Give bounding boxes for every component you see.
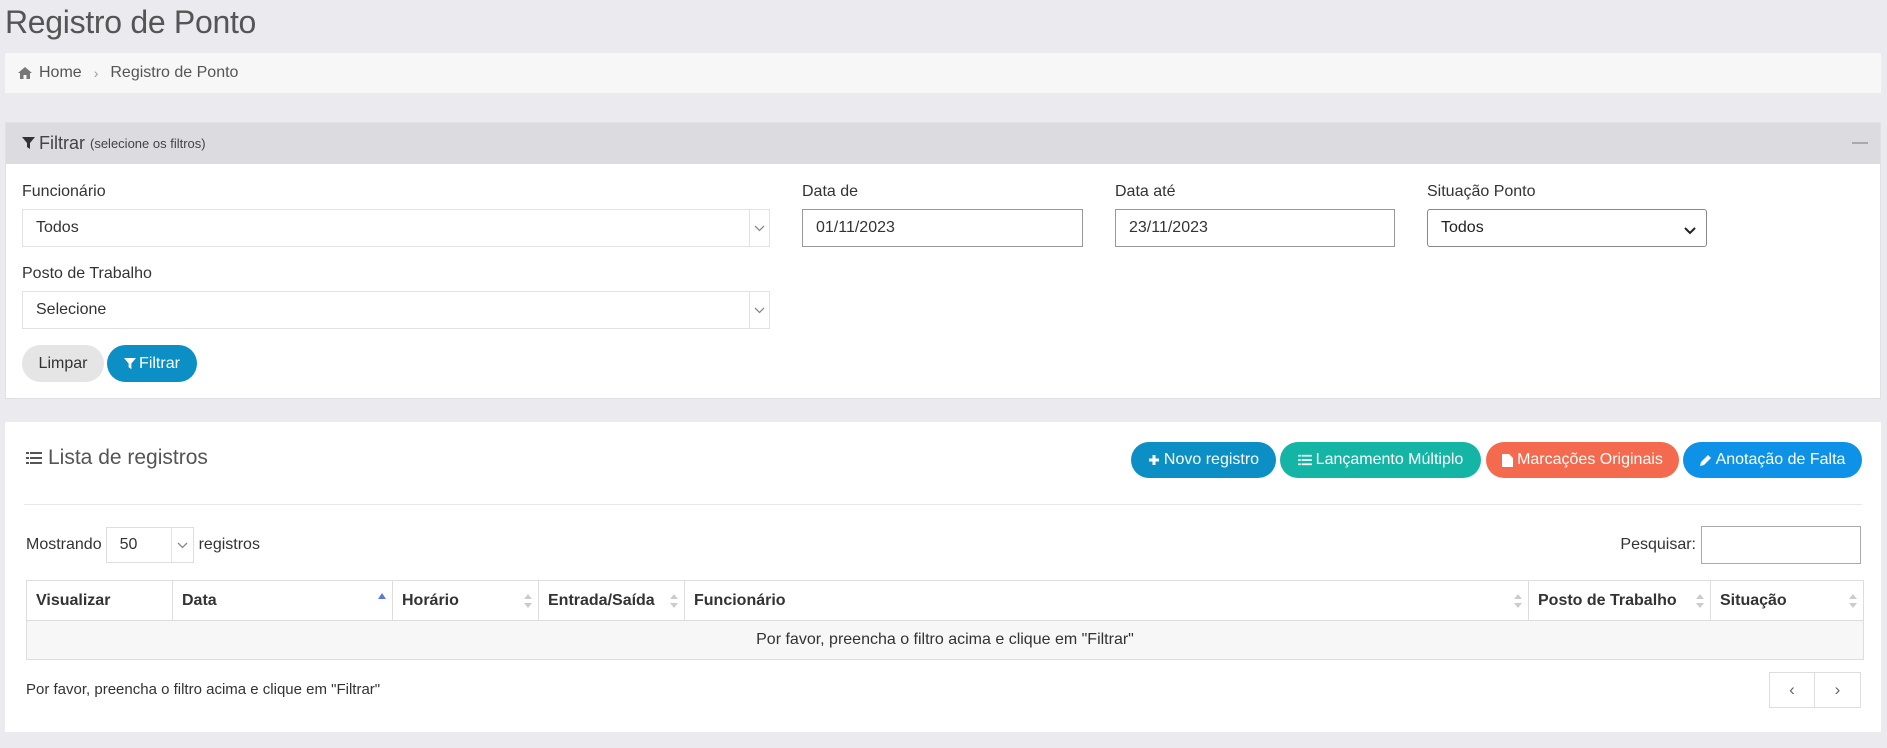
column-header-status[interactable]: Situação xyxy=(1710,580,1864,621)
empty-table-message: Por favor, preencha o filtro acima e cli… xyxy=(26,620,1864,660)
absence-note-label: Anotação de Falta xyxy=(1715,451,1846,468)
pagination: ‹ › xyxy=(1769,672,1861,708)
employee-select-value: Todos xyxy=(36,219,79,236)
filter-button-label: Filtrar xyxy=(139,354,180,372)
new-record-button[interactable]: Novo registro xyxy=(1131,442,1276,478)
date-from-input[interactable]: 01/11/2023 xyxy=(802,209,1083,247)
file-icon xyxy=(1502,453,1514,467)
records-table: Visualizar Data Horário Entrada/Saída Fu… xyxy=(26,580,1864,660)
chevron-down-icon xyxy=(170,528,193,562)
length-prefix: Mostrando xyxy=(26,536,102,553)
employee-label: Funcionário xyxy=(22,183,106,200)
page-length-control: Mostrando 50 registros xyxy=(26,527,260,563)
chevron-down-icon xyxy=(749,292,769,328)
search-control: Pesquisar: xyxy=(1620,526,1861,564)
table-header-row: Visualizar Data Horário Entrada/Saída Fu… xyxy=(26,580,1864,621)
workpost-select-value: Selecione xyxy=(36,301,107,318)
new-record-label: Novo registro xyxy=(1163,451,1260,468)
date-from-label: Data de xyxy=(802,183,859,200)
breadcrumb-separator-icon: › xyxy=(93,65,99,81)
plus-icon xyxy=(1148,455,1159,465)
list-icon xyxy=(26,452,42,464)
table-row: Por favor, preencha o filtro acima e cli… xyxy=(26,620,1864,660)
page-length-value: 50 xyxy=(119,536,138,553)
records-panel: Lista de registros Novo registro Lançame… xyxy=(5,422,1881,732)
sort-icon xyxy=(1696,594,1704,608)
next-page-button[interactable]: › xyxy=(1815,672,1861,708)
sort-icon xyxy=(524,594,532,608)
sort-icon xyxy=(1514,594,1522,608)
filter-heading: Filtrar xyxy=(39,133,85,153)
chevron-down-icon xyxy=(749,210,769,246)
list-icon xyxy=(1297,454,1312,466)
table-info: Por favor, preencha o filtro acima e cli… xyxy=(26,681,381,698)
column-header-time[interactable]: Horário xyxy=(392,580,539,621)
column-header-entry-exit[interactable]: Entrada/Saída xyxy=(538,580,685,621)
breadcrumb: Home › Registro de Ponto xyxy=(5,53,1881,93)
divider xyxy=(24,504,1862,505)
records-title-text: Lista de registros xyxy=(48,446,208,469)
breadcrumb-home-link[interactable]: Home xyxy=(39,64,82,82)
home-icon xyxy=(18,67,32,79)
date-to-input[interactable]: 23/11/2023 xyxy=(1115,209,1395,247)
page-title: Registro de Ponto xyxy=(5,4,257,40)
breadcrumb-current: Registro de Ponto xyxy=(110,64,239,81)
original-marks-label: Marcações Originais xyxy=(1517,451,1663,468)
clear-button[interactable]: Limpar xyxy=(22,345,104,382)
filter-icon xyxy=(124,357,137,369)
multiple-entry-label: Lançamento Múltiplo xyxy=(1315,451,1464,468)
pencil-icon xyxy=(1699,455,1711,466)
column-header-employee[interactable]: Funcionário xyxy=(684,580,1529,621)
sort-icon xyxy=(1849,594,1857,608)
chevron-down-icon xyxy=(1684,222,1696,240)
date-from-value: 01/11/2023 xyxy=(816,219,895,236)
filter-panel: Filtrar (selecione os filtros) Funcionár… xyxy=(5,122,1881,399)
previous-page-button[interactable]: ‹ xyxy=(1769,672,1815,708)
date-to-label: Data até xyxy=(1115,183,1176,200)
multiple-entry-button[interactable]: Lançamento Múltiplo xyxy=(1280,442,1481,478)
search-input[interactable] xyxy=(1701,526,1861,564)
status-label: Situação Ponto xyxy=(1427,183,1536,200)
records-title: Lista de registros xyxy=(26,446,208,470)
column-header-date[interactable]: Data xyxy=(172,580,393,621)
column-header-workpost[interactable]: Posto de Trabalho xyxy=(1528,580,1711,621)
workpost-select[interactable]: Selecione xyxy=(22,291,770,329)
page-length-select[interactable]: 50 xyxy=(105,527,194,563)
filter-subheading: (selecione os filtros) xyxy=(90,136,206,151)
employee-select[interactable]: Todos xyxy=(22,209,770,247)
filter-icon xyxy=(22,137,35,149)
original-marks-button[interactable]: Marcações Originais xyxy=(1486,442,1679,478)
absence-note-button[interactable]: Anotação de Falta xyxy=(1683,442,1862,478)
filter-button[interactable]: Filtrar xyxy=(107,345,197,382)
sort-icon xyxy=(670,594,678,608)
column-header-view: Visualizar xyxy=(26,580,173,621)
workpost-label: Posto de Trabalho xyxy=(22,265,152,282)
filter-panel-header[interactable]: Filtrar (selecione os filtros) xyxy=(6,123,1880,164)
status-select-value: Todos xyxy=(1441,219,1484,236)
date-to-value: 23/11/2023 xyxy=(1129,219,1208,236)
sort-asc-icon xyxy=(378,593,386,599)
search-label: Pesquisar: xyxy=(1620,536,1696,553)
collapse-icon[interactable] xyxy=(1852,142,1868,144)
length-suffix: registros xyxy=(198,536,260,553)
status-select[interactable]: Todos xyxy=(1427,209,1707,247)
